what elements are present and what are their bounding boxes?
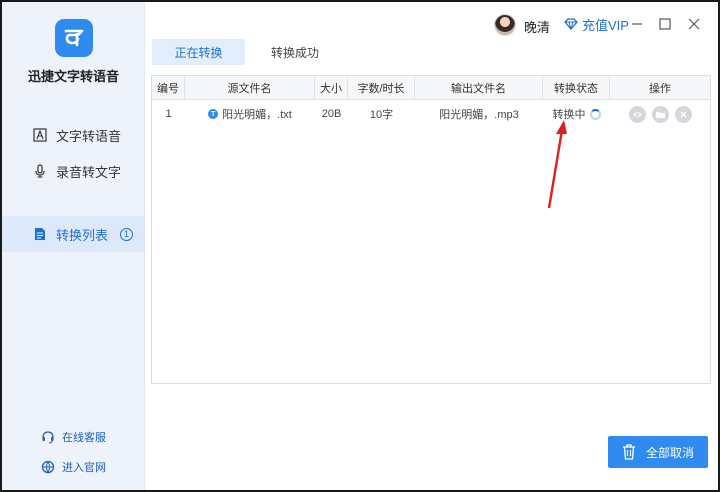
nav-speech-to-text[interactable]: 录音转文字 <box>2 153 145 189</box>
column-header-status: 转换状态 <box>543 76 610 100</box>
app-window: 迅捷文字转语音 文字转语音 录音转文字 转换列表 1 在线客服 进入官网 晚清 … <box>0 0 720 492</box>
cell-actions <box>610 101 710 127</box>
cell-length: 10字 <box>369 109 394 121</box>
diamond-icon <box>564 18 578 30</box>
close-icon <box>688 18 700 30</box>
footer-link-label: 在线客服 <box>62 432 106 444</box>
trash-icon <box>622 444 636 460</box>
open-folder-button[interactable] <box>651 105 669 123</box>
vip-recharge-button[interactable]: 充值VIP <box>564 15 629 33</box>
nav-label: 文字转语音 <box>56 128 122 144</box>
column-header-output: 输出文件名 <box>415 76 543 100</box>
footer-link-label: 进入官网 <box>62 462 106 474</box>
column-header-actions: 操作 <box>649 83 671 95</box>
tab-converted[interactable]: 转换成功 <box>245 39 345 65</box>
close-circle-icon <box>680 111 686 117</box>
red-arrow-annotation <box>547 120 567 209</box>
column-header-id: 编号 <box>152 76 185 100</box>
column-header-source: 源文件名 <box>185 76 315 100</box>
minimize-icon <box>632 23 642 25</box>
nav-label: 录音转文字 <box>56 164 122 180</box>
app-logo <box>55 19 93 57</box>
minimize-button[interactable] <box>627 14 647 34</box>
avatar[interactable] <box>494 14 516 36</box>
text-document-icon <box>32 127 48 143</box>
username[interactable]: 晚清 <box>524 17 550 36</box>
column-header-length: 字数/时长 <box>348 76 415 100</box>
cell-output: 阳光明媚，.mp3 <box>439 109 519 121</box>
tab-converting[interactable]: 正在转换 <box>152 39 245 65</box>
table-header: 编号 源文件名 大小 字数/时长 输出文件名 转换状态 操作 <box>152 76 710 100</box>
logo-icon <box>64 29 84 47</box>
folder-icon <box>655 111 665 118</box>
vip-label: 充值VIP <box>582 17 629 33</box>
conversion-table: 编号 源文件名 大小 字数/时长 输出文件名 转换状态 操作 1 T 阳光明媚，… <box>151 75 711 384</box>
cell-source: T 阳光明媚，.txt <box>185 101 315 127</box>
cancel-all-label: 全部取消 <box>645 445 694 460</box>
cell-size: 20B <box>321 108 342 120</box>
table-row[interactable]: 1 T 阳光明媚，.txt 20B 10字 阳光明媚，.mp3 转换中 <box>152 101 710 127</box>
nav-conversion-list[interactable]: 转换列表 1 <box>2 216 145 252</box>
text-file-icon: T <box>208 109 219 119</box>
list-document-icon <box>32 226 48 242</box>
column-header-size: 大小 <box>315 76 348 100</box>
nav-label: 转换列表 <box>56 227 109 243</box>
online-support-link[interactable]: 在线客服 <box>40 428 106 446</box>
cell-id: 1 <box>165 108 172 120</box>
close-button[interactable] <box>684 14 704 34</box>
cancel-all-button[interactable]: 全部取消 <box>608 436 708 468</box>
sidebar: 迅捷文字转语音 文字转语音 录音转文字 转换列表 1 在线客服 进入官网 <box>2 2 145 490</box>
microphone-icon <box>32 163 48 179</box>
maximize-button[interactable] <box>655 14 675 34</box>
official-site-link[interactable]: 进入官网 <box>40 458 106 476</box>
preview-button[interactable] <box>628 105 646 123</box>
info-badge: 1 <box>120 227 134 241</box>
eye-icon <box>632 111 642 117</box>
maximize-icon <box>659 18 671 30</box>
delete-button[interactable] <box>674 105 692 123</box>
source-filename: 阳光明媚，.txt <box>222 109 292 121</box>
nav-text-to-speech[interactable]: 文字转语音 <box>2 117 145 153</box>
headset-icon <box>40 429 56 445</box>
loading-spinner-icon <box>589 108 601 120</box>
app-name: 迅捷文字转语音 <box>27 69 119 84</box>
globe-icon <box>40 459 56 475</box>
